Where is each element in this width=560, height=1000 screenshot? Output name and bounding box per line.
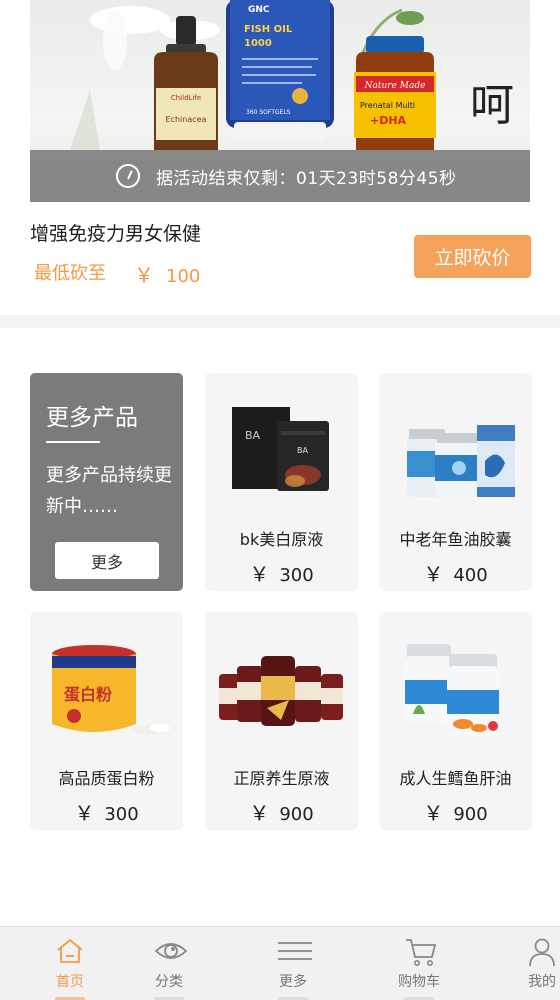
product-image — [219, 656, 343, 726]
tab-more-label: 更多 — [279, 974, 307, 990]
promo-price-label: 最低砍至 — [34, 263, 106, 284]
more-products-desc: 更多产品持续更新中…… — [46, 465, 172, 517]
tab-profile-label: 我的 — [528, 974, 556, 990]
svg-text:BA: BA — [297, 446, 308, 455]
menu-icon — [278, 942, 312, 960]
promo-price-value: 100 — [166, 266, 201, 287]
product-price: ￥ 900 — [205, 797, 358, 826]
bargain-now-button[interactable]: 立即砍价 — [414, 235, 531, 278]
home-icon — [57, 938, 83, 963]
product-price: ￥ 900 — [379, 797, 532, 826]
banner-left-brand: ChildLife — [171, 94, 201, 102]
promo-price: ￥ 100 — [134, 259, 200, 288]
user-icon — [529, 938, 555, 967]
product-price: ￥ 300 — [205, 558, 358, 587]
tab-category-label: 分类 — [155, 974, 183, 990]
eye-icon — [154, 943, 188, 959]
tab-home-label: 首页 — [56, 974, 84, 990]
supplement-bottles-image: Echinacea ChildLife GNC FISH OIL 1000 36… — [70, 0, 514, 150]
tab-cart-label: 购物车 — [398, 974, 440, 990]
product-name: 成人生鳕鱼肝油 — [399, 769, 512, 788]
more-button[interactable]: 更多 — [55, 542, 159, 579]
tab-more[interactable]: 更多 — [248, 927, 338, 1000]
banner-script-text: 呵 — [470, 80, 514, 131]
banner-right-name: Prenatal Multi — [360, 101, 415, 110]
product-image — [405, 644, 499, 736]
banner-right-brand: Nature Made — [364, 81, 426, 91]
product-name: 高品质蛋白粉 — [58, 769, 155, 788]
currency-symbol: ￥ — [249, 801, 270, 825]
clock-icon — [116, 164, 140, 188]
product-card[interactable]: BA BA bk美白原液 ￥ 300 — [205, 373, 358, 591]
countdown-bar: 据活动结束仅剩：01天23时58分45秒 — [30, 150, 530, 202]
product-name: bk美白原液 — [239, 530, 324, 549]
banner-left-label: Echinacea — [166, 115, 207, 124]
more-products-title: 更多产品 — [46, 405, 138, 431]
product-price-value: 400 — [453, 565, 488, 586]
product-price-value: 900 — [453, 804, 488, 825]
cart-icon — [406, 939, 437, 966]
product-price-value: 300 — [104, 804, 139, 825]
product-grid: 更多产品 更多产品持续更新中…… 更多 BA BA bk美白原液 ￥ 300 中… — [0, 328, 560, 926]
product-image — [407, 425, 515, 497]
promo-title: 增强免疫力男女保健 — [30, 223, 202, 245]
more-products-card: 更多产品 更多产品持续更新中…… 更多 — [30, 373, 183, 591]
banner-mid-dose: 1000 — [244, 38, 272, 49]
product-name: 正原养生原液 — [233, 769, 330, 788]
product-card[interactable]: 成人生鳕鱼肝油 ￥ 900 — [379, 612, 532, 830]
product-price: ￥ 400 — [379, 558, 532, 587]
currency-symbol: ￥ — [134, 263, 154, 287]
tab-cart[interactable]: 购物车 — [374, 927, 464, 1000]
product-name: 中老年鱼油胶囊 — [399, 530, 512, 549]
product-price-value: 900 — [279, 804, 314, 825]
product-price-value: 300 — [279, 565, 314, 586]
promo-banner[interactable]: Echinacea ChildLife GNC FISH OIL 1000 36… — [30, 0, 530, 202]
countdown-text: 据活动结束仅剩：01天23时58分45秒 — [156, 168, 457, 189]
tab-profile[interactable]: 我的 — [497, 927, 560, 1000]
promo-section: Echinacea ChildLife GNC FISH OIL 1000 36… — [0, 0, 560, 315]
product-image: 蛋白粉 — [52, 645, 170, 735]
product-card[interactable]: 中老年鱼油胶囊 ￥ 400 — [379, 373, 532, 591]
banner-mid-brand: GNC — [248, 5, 270, 15]
banner-mid-count: 360 SOFTGELS — [246, 109, 291, 116]
divider — [46, 441, 100, 443]
banner-mid-name: FISH OIL — [244, 24, 293, 35]
product-card[interactable]: 正原养生原液 ￥ 900 — [205, 612, 358, 830]
svg-text:蛋白粉: 蛋白粉 — [64, 685, 112, 704]
currency-symbol: ￥ — [423, 562, 444, 586]
currency-symbol: ￥ — [74, 801, 95, 825]
banner-right-dha: +DHA — [370, 114, 407, 127]
bottom-tab-bar: 首页 分类 更多 购物车 我的 — [0, 926, 560, 1000]
tab-home[interactable]: 首页 — [25, 927, 115, 1000]
product-card[interactable]: 蛋白粉 高品质蛋白粉 ￥ 300 — [30, 612, 183, 830]
product-image: BA BA — [232, 407, 329, 491]
tab-category[interactable]: 分类 — [124, 927, 214, 1000]
currency-symbol: ￥ — [249, 562, 270, 586]
currency-symbol: ￥ — [423, 801, 444, 825]
product-price: ￥ 300 — [30, 797, 183, 826]
svg-text:BA: BA — [245, 429, 261, 442]
